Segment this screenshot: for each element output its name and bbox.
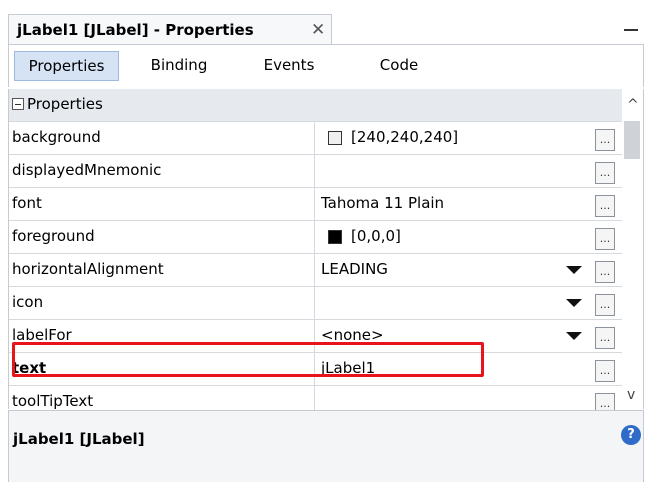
scroll-down-icon[interactable]: v — [627, 387, 635, 403]
properties-window-tab[interactable]: jLabel1 [JLabel] - Properties ✕ — [8, 14, 332, 45]
property-row-background[interactable]: background [240,240,240] ... — [9, 122, 623, 155]
property-name: foreground — [9, 221, 315, 253]
property-value[interactable]: LEADING — [321, 260, 388, 278]
property-row-labelfor[interactable]: labelFor <none> ... — [9, 320, 623, 353]
collapse-icon[interactable] — [12, 98, 24, 110]
ellipsis-button[interactable]: ... — [595, 195, 615, 217]
property-name: text — [9, 353, 315, 385]
subtab-bar: Properties Binding Events Code — [8, 45, 644, 87]
property-sheet: Properties background [240,240,240] ... … — [8, 89, 623, 419]
dropdown-arrow-icon[interactable] — [566, 332, 582, 340]
ellipsis-button[interactable]: ... — [595, 327, 615, 349]
scroll-up-icon[interactable]: ^ — [627, 97, 639, 113]
property-name: displayedMnemonic — [9, 155, 315, 187]
tab-title: jLabel1 [JLabel] - Properties — [17, 21, 254, 39]
property-name: icon — [9, 287, 315, 319]
property-row-icon[interactable]: icon ... — [9, 287, 623, 320]
close-icon[interactable]: ✕ — [311, 20, 325, 40]
property-value[interactable]: [240,240,240] — [351, 128, 458, 146]
vertical-scrollbar[interactable]: ^ v — [622, 89, 644, 409]
ellipsis-button[interactable]: ... — [595, 162, 615, 184]
property-row-horizontalalignment[interactable]: horizontalAlignment LEADING ... — [9, 254, 623, 287]
color-swatch-icon — [328, 131, 342, 145]
dropdown-arrow-icon[interactable] — [566, 299, 582, 307]
ellipsis-button[interactable]: ... — [595, 261, 615, 283]
color-swatch-icon — [328, 230, 342, 244]
ellipsis-button[interactable]: ... — [595, 360, 615, 382]
tab-code[interactable]: Code — [364, 51, 434, 81]
minimize-icon[interactable] — [624, 29, 638, 31]
ellipsis-button[interactable]: ... — [595, 129, 615, 151]
property-value[interactable]: Tahoma 11 Plain — [321, 194, 444, 212]
tab-events[interactable]: Events — [249, 51, 329, 81]
description-title: jLabel1 [JLabel] — [13, 430, 145, 448]
category-label: Properties — [27, 95, 103, 113]
property-value[interactable]: <none> — [321, 326, 384, 344]
property-row-displayedmnemonic[interactable]: displayedMnemonic ... — [9, 155, 623, 188]
property-row-foreground[interactable]: foreground [0,0,0] ... — [9, 221, 623, 254]
ellipsis-button[interactable]: ... — [595, 228, 615, 250]
property-name: labelFor — [9, 320, 315, 352]
properties-panel: jLabel1 [JLabel] - Properties ✕ Properti… — [0, 0, 650, 482]
tab-properties[interactable]: Properties — [14, 51, 119, 81]
tab-binding[interactable]: Binding — [139, 51, 219, 81]
property-name: background — [9, 122, 315, 154]
property-name: font — [9, 188, 315, 220]
property-value[interactable]: [0,0,0] — [351, 227, 401, 245]
property-row-text[interactable]: text jLabel1 ... — [9, 353, 623, 386]
ellipsis-button[interactable]: ... — [595, 294, 615, 316]
description-area: jLabel1 [JLabel] ? — [8, 410, 644, 482]
property-row-font[interactable]: font Tahoma 11 Plain ... — [9, 188, 623, 221]
category-row-properties[interactable]: Properties — [9, 89, 623, 122]
scrollbar-thumb[interactable] — [624, 121, 640, 159]
property-value[interactable]: jLabel1 — [321, 359, 375, 377]
property-name: horizontalAlignment — [9, 254, 315, 286]
help-icon[interactable]: ? — [621, 425, 641, 445]
dropdown-arrow-icon[interactable] — [566, 266, 582, 274]
window-tab-strip: jLabel1 [JLabel] - Properties ✕ — [0, 0, 650, 45]
